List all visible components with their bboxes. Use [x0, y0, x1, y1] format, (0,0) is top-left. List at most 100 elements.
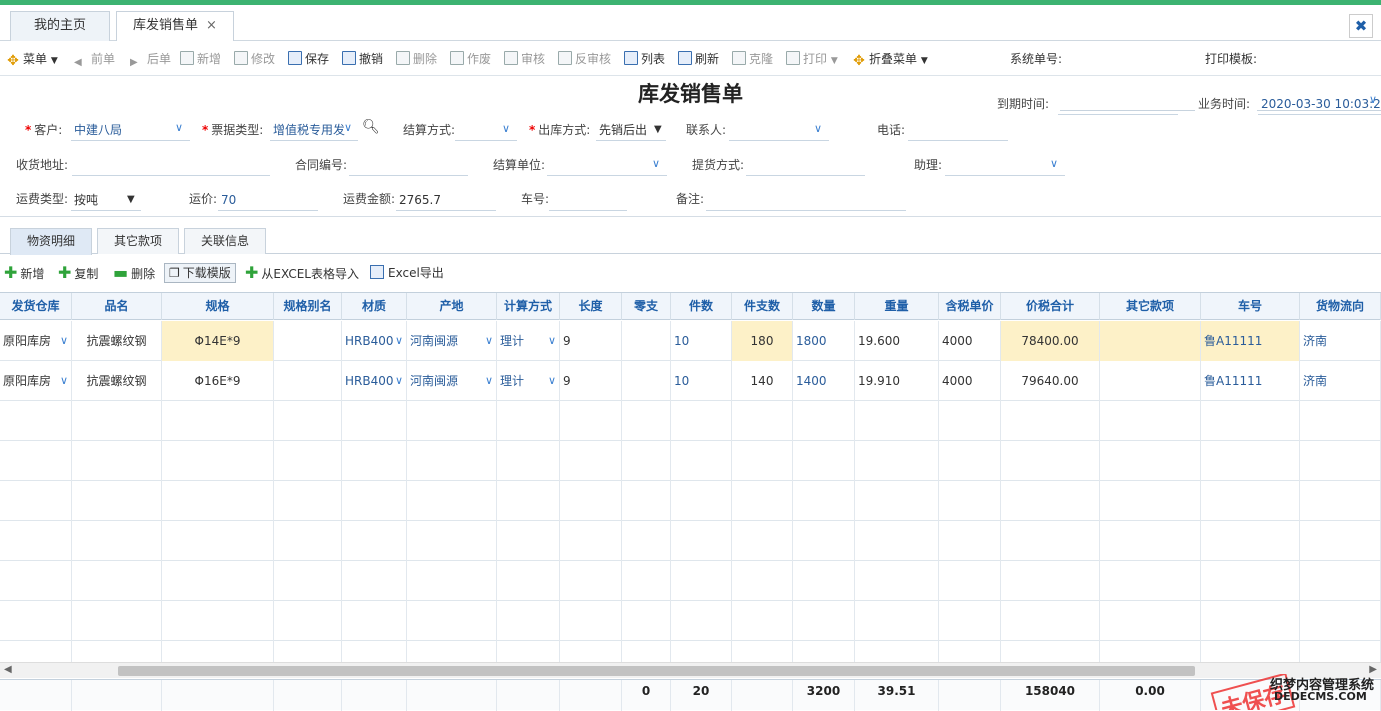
table-cell[interactable] [732, 641, 793, 662]
table-cell[interactable] [793, 521, 855, 561]
freight-type-select[interactable]: 按吨 ▼ [71, 189, 141, 211]
table-cell[interactable] [1100, 361, 1201, 401]
table-cell[interactable] [939, 441, 1001, 481]
table-cell[interactable] [1300, 481, 1381, 521]
table-cell[interactable]: 10 [671, 361, 732, 401]
table-cell[interactable]: 4000 [939, 321, 1001, 361]
column-header[interactable]: 计算方式 [497, 293, 560, 320]
column-header[interactable]: 材质 [342, 293, 407, 320]
freight-price-input[interactable]: 70 [218, 189, 318, 211]
table-cell[interactable] [560, 601, 622, 641]
contract-input[interactable] [349, 154, 468, 176]
table-cell[interactable] [407, 521, 497, 561]
table-cell[interactable] [497, 561, 560, 601]
table-cell[interactable] [732, 561, 793, 601]
prev-button[interactable]: ◀ 前单 [74, 50, 115, 68]
table-cell[interactable] [407, 401, 497, 441]
column-header[interactable]: 规格别名 [274, 293, 342, 320]
table-row[interactable] [0, 641, 1381, 662]
table-cell[interactable] [939, 561, 1001, 601]
table-cell[interactable] [407, 441, 497, 481]
pickup-input[interactable] [746, 154, 865, 176]
column-header[interactable]: 其它款项 [1100, 293, 1201, 320]
table-cell[interactable]: 原阳库房 ∨ [0, 361, 72, 401]
table-cell[interactable] [1201, 521, 1300, 561]
table-cell[interactable] [1300, 521, 1381, 561]
table-cell[interactable]: Φ16E*9 [162, 361, 274, 401]
table-cell[interactable] [732, 401, 793, 441]
table-cell[interactable] [0, 481, 72, 521]
table-cell[interactable] [1300, 641, 1381, 662]
table-cell[interactable] [162, 561, 274, 601]
table-cell[interactable] [0, 641, 72, 662]
table-cell[interactable] [793, 641, 855, 662]
column-header[interactable]: 产地 [407, 293, 497, 320]
table-cell[interactable] [939, 521, 1001, 561]
column-header[interactable]: 货物流向 [1300, 293, 1381, 320]
table-cell[interactable] [622, 361, 671, 401]
table-cell[interactable] [1201, 401, 1300, 441]
table-cell[interactable] [671, 401, 732, 441]
column-header[interactable]: 发货仓库 [0, 293, 72, 320]
table-cell[interactable]: 理计 ∨ [497, 361, 560, 401]
table-cell[interactable] [274, 481, 342, 521]
table-cell[interactable] [622, 401, 671, 441]
scrollbar-thumb[interactable] [118, 666, 1195, 676]
search-icon[interactable]: 🔍︎ [362, 117, 380, 137]
table-cell[interactable] [1001, 521, 1100, 561]
table-cell[interactable] [497, 601, 560, 641]
table-cell[interactable] [72, 561, 162, 601]
table-cell[interactable] [939, 401, 1001, 441]
fold-menu-button[interactable]: ✥ 折叠菜单 ▼ [852, 50, 928, 68]
column-header[interactable]: 价税合计 [1001, 293, 1100, 320]
out-method-select[interactable]: 先销后出 ▼ [596, 119, 666, 141]
table-cell[interactable] [939, 601, 1001, 641]
table-cell[interactable] [274, 361, 342, 401]
table-cell[interactable] [0, 601, 72, 641]
table-cell[interactable] [1201, 441, 1300, 481]
column-header[interactable]: 规格 [162, 293, 274, 320]
biz-time-input[interactable]: 2020-03-30 10:03:25 [1258, 93, 1381, 115]
table-cell[interactable] [560, 401, 622, 441]
table-cell[interactable] [72, 401, 162, 441]
table-cell[interactable] [793, 401, 855, 441]
column-header[interactable]: 件数 [671, 293, 732, 320]
table-cell[interactable]: 抗震螺纹钢 [72, 321, 162, 361]
table-cell[interactable] [0, 521, 72, 561]
table-cell[interactable] [671, 481, 732, 521]
table-cell[interactable] [732, 481, 793, 521]
table-cell[interactable] [622, 641, 671, 662]
table-cell[interactable]: 10 [671, 321, 732, 361]
table-cell[interactable] [162, 401, 274, 441]
table-cell[interactable] [671, 601, 732, 641]
table-cell[interactable] [274, 561, 342, 601]
table-row[interactable] [0, 601, 1381, 641]
table-cell[interactable] [855, 561, 939, 601]
refresh-button[interactable]: 刷新 [678, 50, 719, 68]
table-cell[interactable] [342, 481, 407, 521]
table-cell[interactable] [939, 481, 1001, 521]
list-button[interactable]: 列表 [624, 50, 665, 68]
table-cell[interactable] [407, 481, 497, 521]
table-cell[interactable]: 鲁A11111 [1201, 321, 1300, 361]
column-header[interactable]: 含税单价 [939, 293, 1001, 320]
table-cell[interactable]: HRB400 ∨ [342, 321, 407, 361]
car-no-input[interactable] [549, 189, 627, 211]
import-excel-button[interactable]: ✚ 从EXCEL表格导入 [245, 264, 359, 284]
table-cell[interactable] [855, 441, 939, 481]
table-cell[interactable]: 鲁A11111 [1201, 361, 1300, 401]
chevron-down-icon[interactable]: ∨ [485, 321, 493, 361]
table-cell[interactable] [855, 401, 939, 441]
download-template-button[interactable]: ❐ 下载模版 [164, 263, 236, 283]
table-cell[interactable] [1300, 401, 1381, 441]
table-row[interactable]: 原阳库房 ∨ 抗震螺纹钢 Φ16E*9 HRB400 ∨ 河南闽源 ∨ 理计 ∨ 9 10 140 140… [0, 361, 1381, 401]
tab-other-items[interactable]: 其它款项 [97, 228, 179, 254]
table-cell[interactable]: 1400 [793, 361, 855, 401]
table-cell[interactable] [622, 601, 671, 641]
new-button[interactable]: 新增 [180, 50, 221, 68]
table-cell[interactable] [274, 521, 342, 561]
table-cell[interactable] [342, 441, 407, 481]
table-cell[interactable]: 9 [560, 321, 622, 361]
table-cell[interactable] [793, 601, 855, 641]
table-cell[interactable] [560, 441, 622, 481]
